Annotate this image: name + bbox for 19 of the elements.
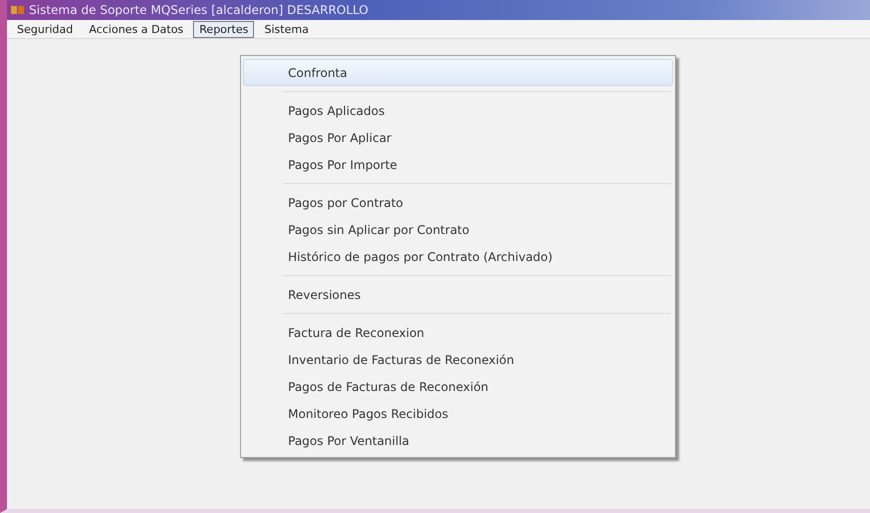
menu-option[interactable]: Factura de Reconexion (243, 319, 673, 346)
menu-option[interactable]: Confronta (243, 59, 673, 86)
menu-option[interactable]: Pagos de Facturas de Reconexión (243, 373, 673, 400)
menu-option[interactable]: Reversiones (243, 281, 673, 308)
menu-option[interactable]: Histórico de pagos por Contrato (Archivado) (243, 243, 673, 270)
window-title: Sistema de Soporte MQSeries [alcalderon] DESARROLLO (29, 3, 368, 17)
menu-item[interactable]: Reportes (193, 20, 254, 38)
menu-item[interactable]: Acciones a Datos (83, 20, 190, 38)
menu-option[interactable]: Pagos Por Ventanilla (243, 427, 673, 454)
menu-item[interactable]: Sistema (258, 20, 315, 38)
menu-option[interactable]: Pagos Aplicados (243, 97, 673, 124)
menu-option[interactable]: Inventario de Facturas de Reconexión (243, 346, 673, 373)
menu-option[interactable]: Pagos Por Importe (243, 151, 673, 178)
menu-option[interactable]: Monitoreo Pagos Recibidos (243, 400, 673, 427)
menu-option[interactable]: Pagos Por Aplicar (243, 124, 673, 151)
menu-item[interactable]: Seguridad (11, 20, 79, 38)
menu-option[interactable]: Pagos sin Aplicar por Contrato (243, 216, 673, 243)
menu-option[interactable]: Pagos por Contrato (243, 189, 673, 216)
app-icon (11, 4, 25, 16)
